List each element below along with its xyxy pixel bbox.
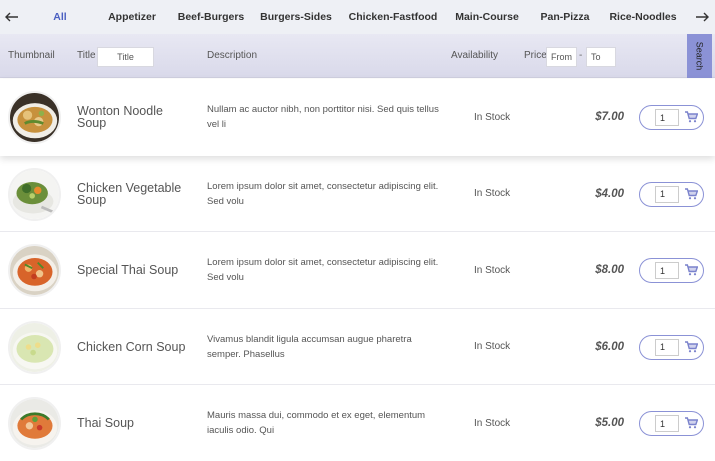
product-availability: In Stock [474,264,511,276]
product-price: $6.00 [595,340,624,353]
product-thumbnail [8,91,61,144]
availability-column-label: Availability [451,50,499,61]
add-to-cart-group [639,181,704,207]
thumbnail-column-label: Thumbnail [8,50,55,61]
tab-beef-burgers[interactable]: Beef-Burgers [178,0,245,34]
table-row: Chicken Corn Soup Vivamus blandit ligula… [0,308,715,386]
table-row: Thai Soup Mauris massa dui, commodo et e… [0,385,715,461]
description-column-label: Description [207,50,258,61]
product-title: Wonton Noodle Soup [77,104,163,130]
product-availability: In Stock [474,341,511,353]
filter-bar: Thumbnail Title Description Availability… [0,34,715,78]
shopping-cart-icon[interactable] [685,111,698,123]
search-button[interactable]: Search [687,34,712,78]
quantity-input[interactable] [655,262,679,280]
product-thumbnail [8,244,61,298]
product-thumbnail [8,320,61,374]
product-availability: In Stock [474,188,511,200]
price-to-input[interactable] [586,47,616,67]
product-description: Vivamus blandit ligula accumsan augue ph… [207,333,412,360]
tab-chicken-fastfood[interactable]: Chicken-Fastfood [349,0,438,34]
table-row: Wonton Noodle Soup Nullam ac auctor nibh… [0,79,715,156]
product-title: Special Thai Soup [77,263,179,278]
product-thumbnail [8,167,61,221]
product-title: Chicken Vegetable Soup [77,180,182,207]
tab-main-course[interactable]: Main-Course [455,0,519,34]
shopping-cart-icon[interactable] [685,187,698,200]
title-column-label: Title [77,50,96,61]
quantity-input[interactable] [655,109,679,126]
product-description: Nullam ac auctor nibh, non porttitor nis… [207,104,439,130]
product-availability: In Stock [474,417,511,429]
product-description: Mauris massa dui, commodo et ex eget, el… [207,410,426,437]
product-description: Lorem ipsum dolor sit amet, consectetur … [207,180,439,207]
tab-all[interactable]: All [53,0,66,34]
table-row: Chicken Vegetable Soup Lorem ipsum dolor… [0,155,715,233]
shopping-cart-icon[interactable] [685,417,698,429]
category-tabs: All Appetizer Beef-Burgers Burgers-Sides… [0,0,715,34]
arrow-left-icon[interactable] [0,0,24,34]
product-price: $5.00 [595,417,624,430]
tab-burgers-sides[interactable]: Burgers-Sides [260,0,332,34]
product-title: Thai Soup [77,416,134,431]
add-to-cart-group [639,105,704,130]
product-price: $4.00 [595,187,624,200]
quantity-input[interactable] [655,338,679,356]
price-from-input[interactable] [546,47,577,67]
price-column-label: Price [524,50,547,61]
product-thumbnail [8,397,61,451]
quantity-input[interactable] [655,185,679,203]
product-availability: In Stock [474,111,511,123]
tab-rice-noodles[interactable]: Rice-Noodles [609,0,676,34]
product-title: Chicken Corn Soup [77,339,186,354]
table-row: Special Thai Soup Lorem ipsum dolor sit … [0,232,715,309]
product-price: $8.00 [595,264,624,277]
quantity-input[interactable] [655,415,679,433]
tab-appetizer[interactable]: Appetizer [108,0,156,34]
add-to-cart-group [639,334,704,360]
shopping-cart-icon[interactable] [685,264,698,276]
product-description: Lorem ipsum dolor sit amet, consectetur … [207,257,439,284]
add-to-cart-group [639,411,704,437]
arrow-right-icon[interactable] [690,0,714,34]
search-button-label: Search [694,41,705,71]
title-filter-input[interactable] [97,47,154,67]
price-range-separator: - [579,50,583,61]
add-to-cart-group [639,258,704,284]
product-list: Wonton Noodle Soup Nullam ac auctor nibh… [0,79,715,461]
tab-pan-pizza[interactable]: Pan-Pizza [540,0,589,34]
shopping-cart-icon[interactable] [685,341,698,353]
product-price: $7.00 [595,111,624,123]
